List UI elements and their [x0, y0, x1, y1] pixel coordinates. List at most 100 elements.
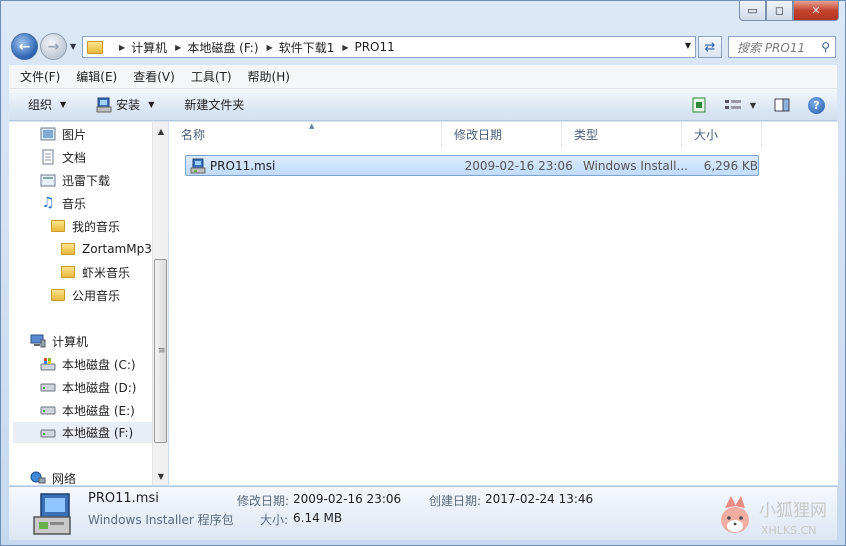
nav-item-label: 本地磁盘 (C:)	[62, 357, 136, 372]
menu-help[interactable]: 帮助(H)	[248, 68, 290, 85]
nav-item-zortammp3[interactable]: ZortamMp3	[60, 239, 152, 259]
nav-item-label: 本地磁盘 (E:)	[62, 403, 135, 418]
back-button[interactable]: ←	[11, 33, 38, 60]
menu-bar: 文件(F) 编辑(E) 查看(V) 工具(T) 帮助(H)	[9, 65, 837, 89]
details-modified-label: 修改日期:	[237, 494, 290, 508]
breadcrumb-separator-icon[interactable]: ▶	[342, 43, 348, 52]
details-file-name: PRO11.msi	[88, 491, 159, 506]
views-menu-icon[interactable]: ▼	[724, 99, 756, 111]
drive-icon	[40, 380, 56, 394]
chevron-down-icon: ▼	[60, 100, 67, 109]
nav-item-computer[interactable]: 计算机	[30, 331, 88, 351]
file-list-pane: 名称 修改日期 类型 大小 ▲ PRO11.msi 2009-02-16 23:…	[169, 122, 838, 485]
documents-icon	[40, 149, 56, 165]
scroll-up-icon[interactable]: ▲	[153, 123, 169, 139]
nav-item-music[interactable]: ♫ 音乐	[40, 193, 86, 213]
nav-item-xiami-music[interactable]: 虾米音乐	[60, 262, 130, 282]
file-name: PRO11.msi	[209, 158, 276, 173]
nav-item-pictures[interactable]: 图片	[40, 124, 86, 144]
nav-pane-scrollbar[interactable]: ▲ ≡ ▼	[152, 122, 168, 485]
watermark-text-cn: 小狐狸网	[759, 501, 827, 521]
details-created-label: 创建日期:	[429, 494, 482, 508]
breadcrumb-separator-icon[interactable]: ▶	[175, 43, 181, 52]
chevron-down-icon: ▼	[749, 100, 756, 110]
music-icon: ♫	[41, 195, 55, 211]
address-dropdown-icon[interactable]: ▼	[685, 41, 691, 50]
new-folder-button[interactable]: 新建文件夹	[184, 96, 244, 113]
close-button[interactable]: ✕	[793, 1, 839, 21]
nav-item-label: 我的音乐	[72, 219, 121, 234]
nav-item-label: 网络	[52, 471, 77, 486]
column-header-label: 名称	[181, 128, 206, 142]
watermark-text-en: XHLKS.CN	[761, 524, 817, 537]
nav-item-label: ZortamMp3	[82, 242, 152, 256]
breadcrumb-item[interactable]: 本地磁盘 (F:)	[187, 39, 258, 56]
search-input[interactable]: 搜索 PRO11 ⚲	[728, 36, 836, 58]
address-bar[interactable]: ▶ 计算机 ▶ 本地磁盘 (F:) ▶ 软件下载1 ▶ PRO11 ▼	[82, 36, 696, 58]
details-modified-value: 2009-02-16 23:06	[293, 492, 402, 506]
caption-buttons: ▭ ◻ ✕	[739, 1, 839, 21]
folder-icon	[61, 266, 75, 278]
maximize-button[interactable]: ◻	[766, 1, 793, 21]
explorer-window: ▭ ◻ ✕ ← → ▼ ▶ 计算机 ▶ 本地磁盘 (F:) ▶ 软件下载1 ▶ …	[0, 0, 846, 546]
column-headers: 名称 修改日期 类型 大小	[169, 122, 838, 147]
nav-item-label: 公用音乐	[72, 288, 121, 303]
nav-item-public-music[interactable]: 公用音乐	[50, 285, 120, 305]
refresh-button[interactable]: ⇄	[698, 36, 722, 58]
breadcrumb-item[interactable]: PRO11	[354, 40, 394, 54]
nav-item-documents[interactable]: 文档	[40, 147, 86, 167]
nav-item-drive-c[interactable]: 本地磁盘 (C:)	[40, 354, 136, 374]
network-icon	[30, 471, 46, 485]
column-header-name[interactable]: 名称	[169, 122, 442, 147]
scrollbar-thumb[interactable]: ≡	[154, 259, 167, 443]
search-placeholder: 搜索 PRO11	[737, 40, 806, 55]
msi-file-icon	[190, 158, 206, 173]
details-size-value: 6.14 MB	[293, 511, 343, 525]
nav-item-drive-d[interactable]: 本地磁盘 (D:)	[40, 377, 136, 397]
scroll-down-icon[interactable]: ▼	[153, 468, 169, 484]
breadcrumb-item[interactable]: 软件下载1	[279, 39, 335, 56]
nav-item-xunlei[interactable]: 迅雷下载	[40, 170, 110, 190]
search-icon[interactable]: ⚲	[821, 40, 830, 54]
preview-pane-icon[interactable]	[774, 98, 790, 112]
file-row[interactable]: PRO11.msi 2009-02-16 23:06 Windows Insta…	[185, 155, 759, 176]
drive-icon	[40, 426, 56, 440]
breadcrumb-separator-icon[interactable]: ▶	[267, 43, 273, 52]
breadcrumb-separator-icon[interactable]: ▶	[119, 43, 125, 52]
installer-icon	[96, 97, 112, 112]
details-size-label: 大小:	[260, 513, 289, 527]
nav-item-drive-e[interactable]: 本地磁盘 (E:)	[40, 400, 135, 420]
system-drive-icon	[40, 357, 56, 371]
minimize-button[interactable]: ▭	[739, 1, 766, 21]
library-icon	[40, 173, 56, 187]
nav-item-network[interactable]: 网络	[30, 468, 76, 485]
file-type: Windows Install...	[582, 158, 688, 173]
column-header-type[interactable]: 类型	[562, 122, 682, 147]
help-icon[interactable]: ?	[808, 96, 825, 114]
change-view-icon[interactable]	[692, 97, 706, 113]
menu-view[interactable]: 查看(V)	[133, 68, 175, 85]
column-header-size[interactable]: 大小	[682, 122, 762, 147]
install-label: 安装	[116, 98, 141, 112]
breadcrumb-item[interactable]: 计算机	[131, 39, 167, 56]
history-dropdown-icon[interactable]: ▼	[70, 42, 76, 51]
watermark-logo: 小狐狸网 XHLKS.CN	[721, 496, 827, 537]
navigation-buttons: ← → ▼	[11, 33, 76, 60]
organize-button[interactable]: 组织 ▼	[28, 96, 66, 113]
new-folder-label: 新建文件夹	[184, 98, 245, 112]
nav-item-label: 文档	[62, 150, 87, 165]
nav-item-drive-f[interactable]: 本地磁盘 (F:)	[13, 422, 159, 443]
menu-edit[interactable]: 编辑(E)	[76, 68, 117, 85]
file-size: 6,296 KB	[703, 158, 758, 173]
nav-item-label: 迅雷下载	[62, 173, 111, 188]
nav-item-my-music[interactable]: 我的音乐	[50, 216, 120, 236]
column-header-label: 大小	[694, 128, 719, 142]
folder-icon	[51, 289, 65, 301]
install-button[interactable]: 安装 ▼	[96, 96, 154, 113]
menu-tools[interactable]: 工具(T)	[191, 68, 232, 85]
chevron-down-icon: ▼	[148, 100, 155, 109]
forward-button[interactable]: →	[40, 33, 67, 60]
column-header-modified[interactable]: 修改日期	[442, 122, 562, 147]
menu-file[interactable]: 文件(F)	[20, 68, 60, 85]
drive-icon	[40, 403, 56, 417]
